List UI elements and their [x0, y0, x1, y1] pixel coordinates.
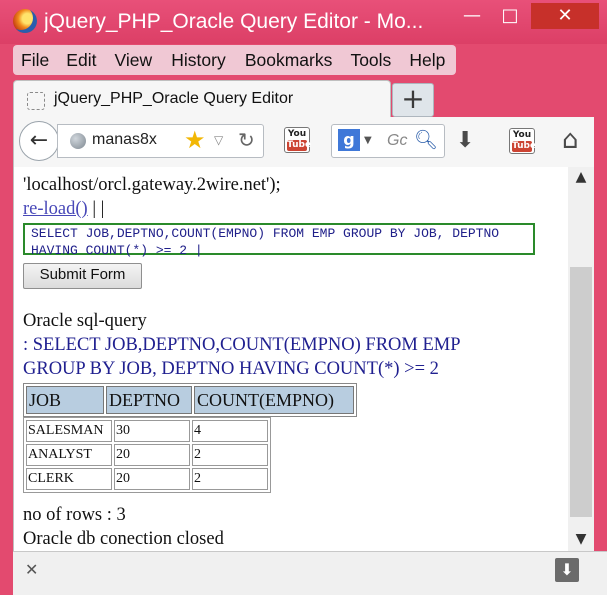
youtube-icon[interactable]: You Tube [284, 127, 312, 155]
youtube2-bottom-text: Tube [512, 141, 537, 152]
scrollbar-thumb[interactable] [570, 267, 592, 517]
reload-link[interactable]: re-load() [23, 199, 88, 219]
search-box[interactable]: g ▼ Gc 🔍︎ [331, 124, 445, 158]
tab-label: jQuery_PHP_Oracle Query Editor [54, 90, 294, 107]
connection-closed-text: Oracle db conection closed [23, 529, 224, 549]
column-header-job: JOB [26, 386, 104, 414]
url-bar[interactable]: manas8x ★ ▽ ↻ [57, 124, 264, 158]
table-cell: 2 [192, 444, 268, 466]
reload-line: re-load() | | [23, 199, 104, 220]
new-tab-button[interactable]: + [392, 83, 434, 117]
close-button[interactable]: ✕ [531, 3, 599, 29]
column-header-count: COUNT(EMPNO) [194, 386, 354, 414]
download-icon[interactable]: ⬇ [456, 128, 474, 153]
bookmark-star-icon[interactable]: ★ [184, 126, 206, 154]
home-icon[interactable]: ⌂ [562, 125, 579, 155]
google-search-engine-icon[interactable]: g [338, 129, 360, 151]
query-echo-line-2: GROUP BY JOB, DEPTNO HAVING COUNT(*) >= … [23, 359, 439, 379]
maximize-button[interactable]: □ [493, 3, 527, 29]
reload-suffix: | | [87, 199, 105, 219]
globe-icon [70, 133, 86, 149]
tab-query-editor[interactable]: jQuery_PHP_Oracle Query Editor [13, 80, 391, 119]
close-bar-icon[interactable]: ✕ [25, 560, 38, 579]
connect-line: 'localhost/orcl.gateway.2wire.net'); [23, 175, 281, 195]
result-heading: Oracle sql-query [23, 311, 147, 331]
sql-query-textarea[interactable]: SELECT JOB,DEPTNO,COUNT(EMPNO) FROM EMP … [23, 223, 535, 258]
minimize-button[interactable]: — [455, 3, 489, 29]
status-bar: ✕ ⬇ [13, 551, 607, 595]
youtube2-top-text: You [512, 130, 532, 140]
menu-tools[interactable]: Tools [350, 50, 391, 71]
scroll-up-icon[interactable]: ▲ [568, 167, 594, 187]
navigation-toolbar: ← manas8x ★ ▽ ↻ You Tube g ▼ Gc 🔍︎ ⬇ You T… [13, 117, 607, 167]
table-row: ANALYST 20 2 [26, 444, 268, 466]
window-title: jQuery_PHP_Oracle Query Editor - Mo... [44, 10, 424, 33]
scroll-down-icon[interactable]: ▼ [568, 529, 594, 549]
tab-strip: jQuery_PHP_Oracle Query Editor + [0, 76, 607, 119]
page-favicon-icon [27, 92, 45, 110]
search-icon[interactable]: 🔍︎ [414, 128, 438, 151]
menu-history[interactable]: History [171, 50, 225, 71]
menu-bar: File Edit View History Bookmarks Tools H… [13, 45, 456, 75]
table-cell: 2 [192, 468, 268, 490]
column-header-deptno: DEPTNO [106, 386, 192, 414]
table-cell: SALESMAN [26, 420, 112, 442]
query-echo-line-1: : SELECT JOB,DEPTNO,COUNT(EMPNO) FROM EM… [23, 335, 461, 355]
table-cell: 20 [114, 468, 190, 490]
row-count-text: no of rows : 3 [23, 505, 126, 525]
table-row: SALESMAN 30 4 [26, 420, 268, 442]
vertical-scrollbar[interactable]: ▲ ▼ [568, 167, 594, 551]
page-content: 'localhost/orcl.gateway.2wire.net'); re-… [13, 167, 569, 551]
youtube-bottom-text: Tube [287, 140, 312, 151]
table-cell: 30 [114, 420, 190, 442]
youtube-icon-2[interactable]: You Tube [509, 128, 537, 156]
window-frame-right [594, 117, 607, 594]
download-status-icon[interactable]: ⬇ [555, 558, 579, 582]
menu-view[interactable]: View [115, 50, 153, 71]
table-row: CLERK 20 2 [26, 468, 268, 490]
url-dropdown-icon[interactable]: ▽ [214, 133, 223, 147]
back-button[interactable]: ← [19, 121, 59, 161]
search-engine-dropdown-icon[interactable]: ▼ [364, 135, 372, 146]
table-cell: 4 [192, 420, 268, 442]
youtube-top-text: You [287, 129, 307, 139]
table-cell: 20 [114, 444, 190, 466]
submit-form-button[interactable]: Submit Form [23, 263, 142, 289]
menu-file[interactable]: File [21, 50, 49, 71]
firefox-logo-icon [13, 9, 37, 33]
result-header-table: JOB DEPTNO COUNT(EMPNO) [23, 383, 357, 417]
result-data-table: SALESMAN 30 4 ANALYST 20 2 CLERK 20 2 [23, 417, 271, 493]
title-bar: jQuery_PHP_Oracle Query Editor - Mo... —… [0, 0, 607, 44]
table-cell: ANALYST [26, 444, 112, 466]
menu-bookmarks[interactable]: Bookmarks [245, 50, 333, 71]
reload-icon[interactable]: ↻ [238, 128, 255, 152]
search-placeholder[interactable]: Gc [387, 132, 407, 150]
menu-edit[interactable]: Edit [66, 50, 96, 71]
menu-help[interactable]: Help [409, 50, 445, 71]
url-text[interactable]: manas8x [92, 131, 172, 149]
table-cell: CLERK [26, 468, 112, 490]
back-arrow-icon: ← [29, 128, 49, 153]
